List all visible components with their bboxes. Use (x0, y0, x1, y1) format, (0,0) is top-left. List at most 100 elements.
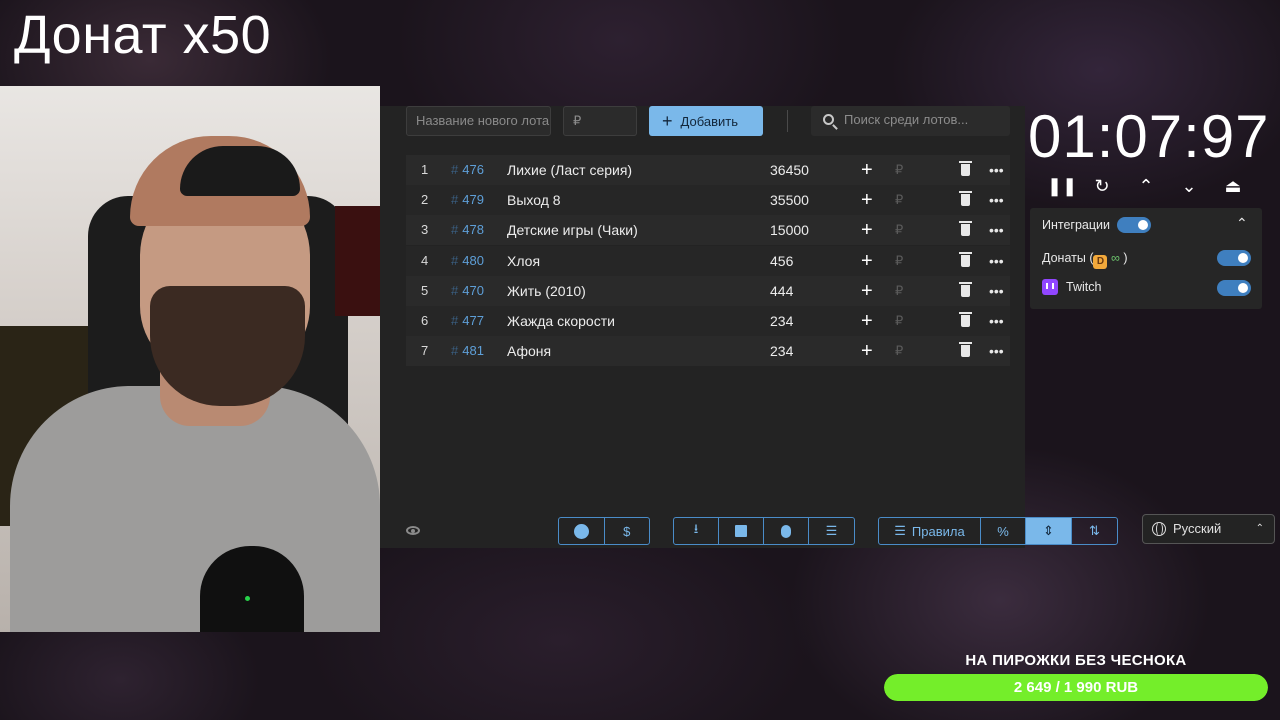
rub-currency-icon: ₽ (895, 282, 904, 298)
pause-button[interactable]: ❚❚ (1047, 174, 1077, 198)
more-options-icon[interactable]: ••• (989, 276, 1004, 306)
donate-button[interactable]: $ (605, 518, 650, 544)
lot-row: 7 #481 Афоня 234 + ₽ ••• (406, 336, 1010, 367)
increase-time-button[interactable]: ⌃ (1134, 174, 1158, 198)
twitch-toggle[interactable] (1217, 280, 1251, 296)
lot-name[interactable]: Детские игры (Чаки) (507, 215, 638, 245)
more-options-icon[interactable]: ••• (989, 246, 1004, 276)
percent-button[interactable]: % (981, 518, 1026, 544)
lot-id-value: 470 (462, 282, 484, 298)
rules-button[interactable]: ☰ Правила (879, 518, 981, 544)
eye-icon[interactable] (406, 526, 420, 535)
donations-toggle[interactable] (1217, 250, 1251, 266)
max-time-button[interactable]: ⏏ (1221, 174, 1245, 198)
bottom-toolbar: $ ⭳ ☰ ☰ Правила % ⇕ ⇅ (380, 517, 1118, 545)
more-options-icon[interactable]: ••• (989, 306, 1004, 336)
lot-id[interactable]: #480 (451, 246, 484, 276)
more-options-icon[interactable]: ••• (989, 155, 1004, 185)
rub-currency-icon: ₽ (895, 162, 904, 177)
bug-report-button[interactable] (764, 518, 809, 544)
lot-search-input[interactable]: Поиск среди лотов... (811, 106, 1010, 136)
lot-id[interactable]: #479 (451, 185, 484, 215)
lot-index: 3 (421, 222, 429, 238)
lot-index: 1 (421, 162, 429, 177)
add-amount-button[interactable]: + (861, 306, 873, 336)
lot-price-input[interactable]: ₽ (563, 106, 637, 136)
lot-id[interactable]: #470 (451, 276, 484, 306)
stream-title: Донат x50 (14, 5, 272, 65)
donations-suffix: ) (1123, 251, 1128, 265)
download-button[interactable]: ⭳ (674, 518, 719, 544)
donations-label: Донаты ( (1042, 251, 1094, 265)
lot-name[interactable]: Хлоя (507, 246, 540, 276)
auction-panel: Название нового лота ₽ + Добавить Поиск с… (380, 106, 1118, 548)
trash-icon[interactable] (959, 191, 972, 207)
bug-icon (781, 524, 791, 538)
trash-icon[interactable] (959, 221, 972, 237)
save-button[interactable] (719, 518, 764, 544)
lot-list: 1 #476 Лихие (Ласт серия) 36450 + ₽ ••• 2 #479 Вы… (406, 155, 1010, 367)
lot-name[interactable]: Жить (2010) (507, 276, 586, 306)
lot-row: 5 #470 Жить (2010) 444 + ₽ ••• (406, 275, 1010, 306)
trash-icon[interactable] (959, 342, 972, 358)
wall-poster (335, 206, 380, 316)
decrease-time-button[interactable]: ⌄ (1177, 174, 1201, 198)
trash-icon[interactable] (959, 161, 972, 176)
add-lot-button[interactable]: + Добавить (649, 106, 763, 136)
trash-icon[interactable] (959, 281, 972, 297)
donatepay-icon: ∞ (1110, 251, 1120, 265)
chevron-down-icon: ⌄ (1181, 176, 1197, 196)
compact-view-button[interactable]: ⇕ (1026, 518, 1072, 544)
lot-id[interactable]: #476 (451, 155, 484, 185)
add-amount-button[interactable]: + (861, 246, 873, 276)
lot-amount: 35500 (770, 192, 809, 209)
hash-icon: # (451, 343, 459, 359)
sort-icon: ⇅ (1089, 523, 1100, 538)
lot-name[interactable]: Афоня (507, 336, 551, 366)
download-icon: ⭳ (693, 521, 699, 536)
donation-goal-bar: 2 649 / 1 990 RUB (884, 674, 1268, 701)
add-amount-button[interactable]: + (861, 276, 873, 306)
lot-name-input[interactable]: Название нового лота (406, 106, 551, 136)
more-options-icon[interactable]: ••• (989, 215, 1004, 245)
lot-row: 1 #476 Лихие (Ласт серия) 36450 + ₽ ••• (406, 155, 1010, 185)
hash-icon: # (451, 312, 459, 328)
add-amount-button[interactable]: + (861, 215, 873, 245)
search-icon (823, 114, 834, 125)
lot-amount: 234 (770, 343, 794, 360)
language-select[interactable]: Русский ⌃ (1142, 514, 1275, 544)
hash-icon: # (451, 252, 459, 268)
delete-list-icon: ☰ (825, 523, 838, 538)
chevron-up-icon[interactable]: ⌃ (1236, 215, 1248, 232)
add-amount-button[interactable]: + (861, 336, 873, 366)
more-options-icon[interactable]: ••• (989, 336, 1004, 366)
lot-toolbar: Название нового лота ₽ + Добавить Поиск с… (380, 106, 1025, 136)
lot-id[interactable]: #477 (451, 306, 484, 336)
hash-icon: # (451, 282, 459, 298)
rub-currency-icon: ₽ (895, 252, 904, 268)
trash-icon[interactable] (959, 251, 972, 267)
github-button[interactable] (559, 518, 605, 544)
lot-name[interactable]: Жажда скорости (507, 306, 615, 336)
more-options-icon[interactable]: ••• (989, 185, 1004, 215)
add-amount-button[interactable]: + (861, 155, 873, 185)
lot-name[interactable]: Лихие (Ласт серия) (507, 155, 632, 185)
lot-id-value: 476 (462, 162, 484, 177)
cap-back-band (180, 146, 300, 196)
integrations-toggle[interactable] (1117, 217, 1151, 233)
lot-id[interactable]: #478 (451, 215, 484, 245)
dollar-icon: $ (623, 523, 631, 539)
lot-row: 6 #477 Жажда скорости 234 + ₽ ••• (406, 305, 1010, 336)
lot-id[interactable]: #481 (451, 336, 484, 366)
reset-button[interactable]: ↻ (1090, 174, 1114, 198)
add-lot-label: Добавить (680, 114, 738, 129)
rub-currency-icon: ₽ (895, 222, 904, 238)
add-amount-button[interactable]: + (861, 185, 873, 215)
rub-currency-icon: ₽ (895, 312, 904, 328)
sort-button[interactable]: ⇅ (1072, 518, 1117, 544)
github-icon (573, 523, 589, 539)
lot-name[interactable]: Выход 8 (507, 185, 561, 215)
clear-lots-button[interactable]: ☰ (809, 518, 854, 544)
trash-icon[interactable] (959, 311, 972, 327)
pause-icon: ❚❚ (1047, 176, 1078, 196)
